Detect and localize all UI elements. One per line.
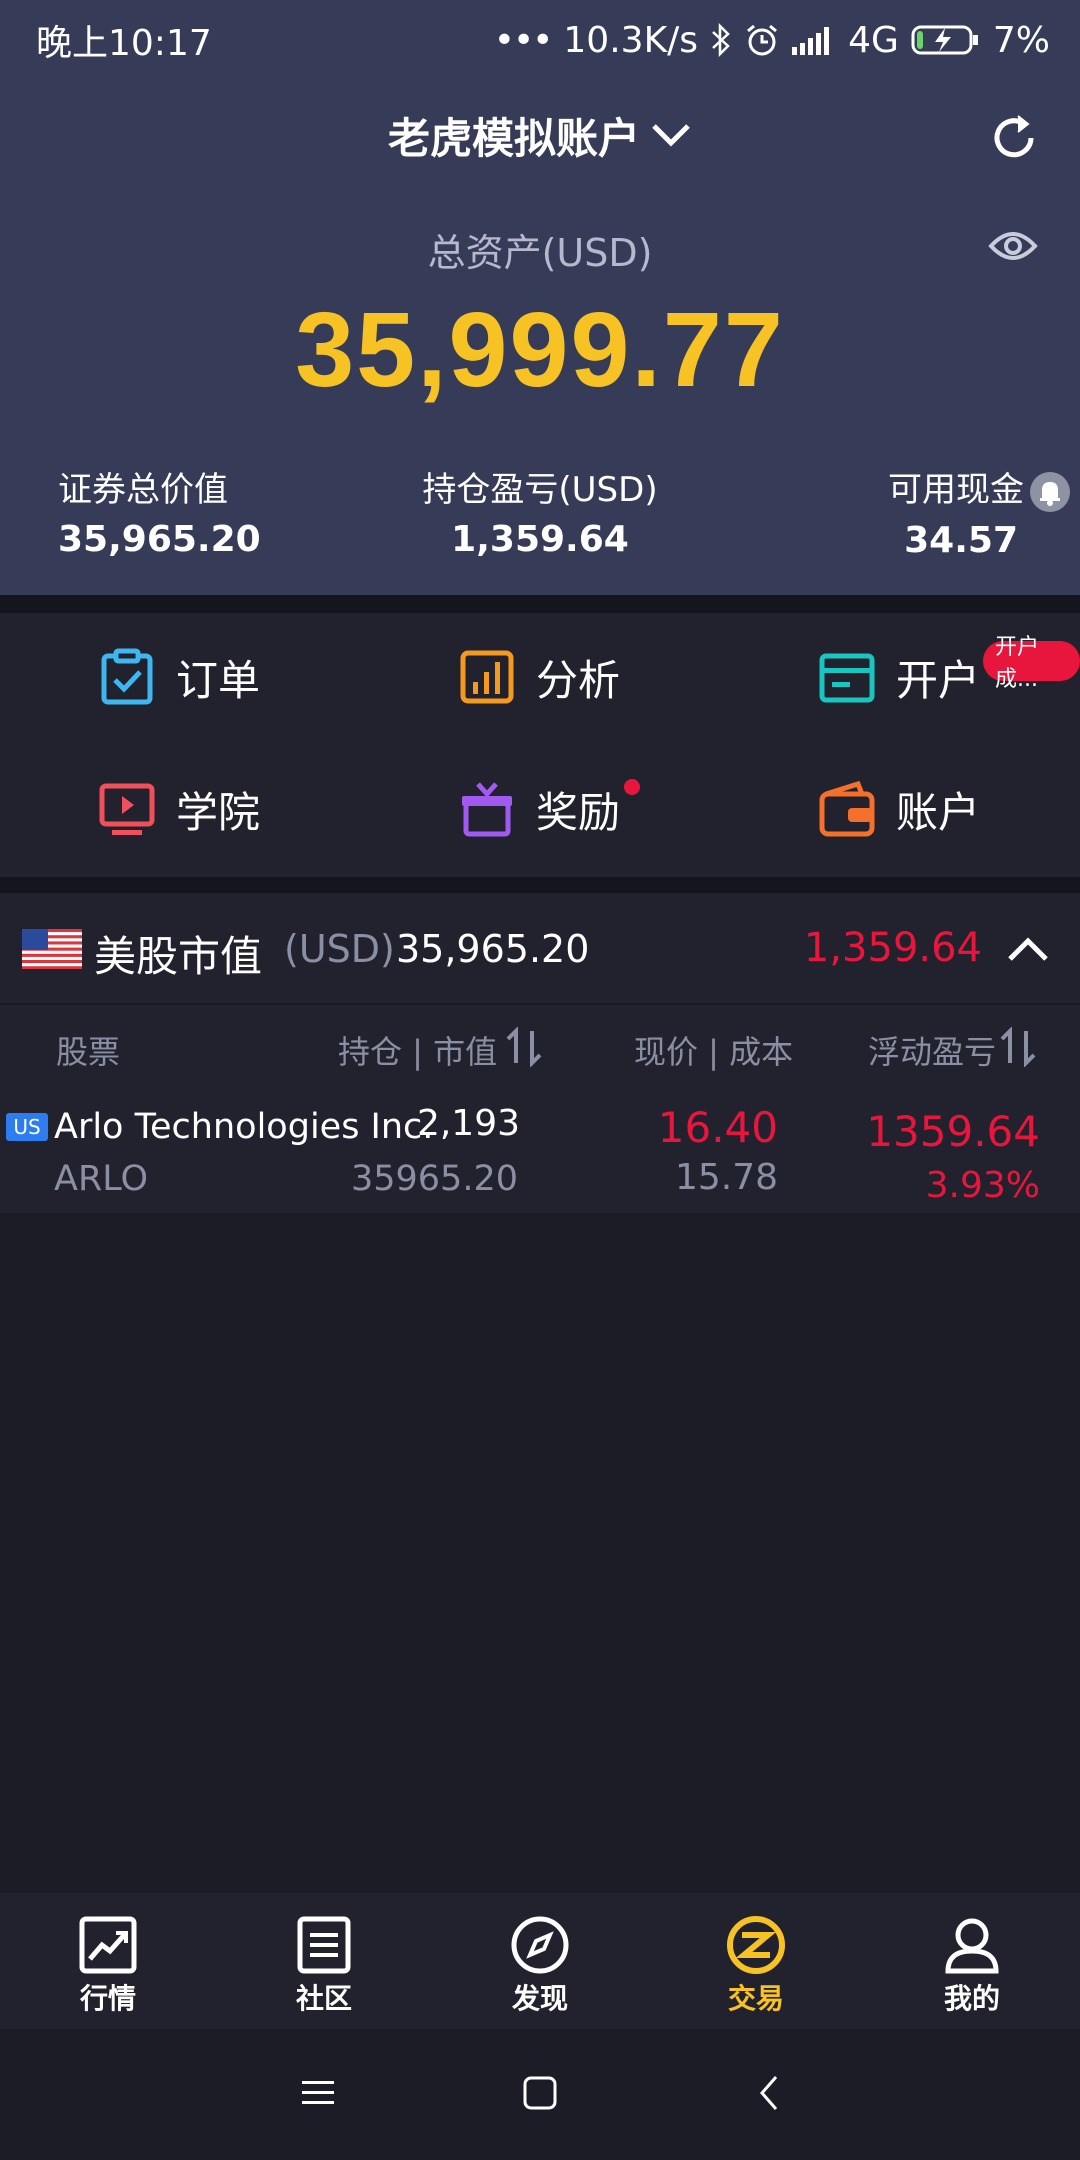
account-title: 老虎模拟账户: [387, 113, 640, 163]
nav-discover[interactable]: 发现: [480, 1915, 600, 2017]
nav-discover-label: 发现: [511, 1982, 568, 2015]
nav-market-label: 行情: [79, 1982, 136, 2015]
floating-pl-percent: 3.93%: [925, 1165, 1040, 1206]
col-price: 现价 | 成本: [634, 1033, 794, 1071]
status-bar: 晚上10:17 ••• 10.3K/s 4G 7%: [0, 0, 1080, 80]
alarm-icon: [747, 24, 778, 56]
total-assets-label: 总资产(USD): [427, 231, 653, 275]
rewards-label: 奖励: [536, 787, 621, 837]
bottom-nav: 行情 社区 发现 交易 我的: [0, 1893, 1080, 2029]
cash-value: 34.57: [904, 519, 1018, 561]
chevron-down-icon: [652, 124, 690, 147]
holdings-table-header: 股票 持仓 | 市值 现价 | 成本 浮动盈亏: [0, 1005, 1080, 1085]
stock-name: Arlo Technologies Inc.: [54, 1107, 434, 1147]
position-market-value: 35965.20: [350, 1159, 518, 1199]
orders-label: 订单: [176, 655, 261, 705]
market-title: 美股市值: [94, 932, 263, 981]
nav-community-label: 社区: [295, 1982, 352, 2015]
bell-icon[interactable]: [1030, 471, 1070, 512]
home-icon[interactable]: [522, 2075, 558, 2111]
refresh-icon[interactable]: [988, 112, 1040, 164]
menu-icon[interactable]: [300, 2075, 336, 2111]
chevron-up-icon[interactable]: [1006, 929, 1050, 969]
analysis-tile[interactable]: 分析: [458, 637, 620, 717]
cash-label-row: 可用现金: [888, 462, 1070, 512]
document-icon: [297, 1916, 351, 1974]
account-label: 账户: [896, 787, 981, 837]
bluetooth-icon: [712, 22, 730, 58]
nav-trade-label: 交易: [727, 1982, 784, 2015]
current-price: 16.40: [657, 1103, 778, 1152]
total-assets-value: 35,999.77: [295, 291, 785, 409]
battery-level: 7%: [992, 19, 1050, 61]
rewards-notification-dot: [624, 779, 640, 795]
account-summary: 证券总价值 35,965.20 持仓盈亏(USD) 1,359.64 可用现金 …: [0, 462, 1080, 572]
status-time: 晚上10:17: [36, 23, 212, 64]
col-position[interactable]: 持仓 | 市值: [338, 1027, 497, 1073]
sort-icon[interactable]: [1000, 1027, 1036, 1067]
cost-price: 15.78: [674, 1157, 778, 1198]
open-account-label: 开户: [896, 655, 981, 705]
user-icon: [945, 1918, 999, 1974]
compass-icon: [511, 1916, 569, 1974]
floating-pl: 1359.64: [866, 1107, 1040, 1156]
market-currency: (USD): [284, 927, 395, 971]
market-pl: 1,359.64: [803, 925, 982, 971]
analysis-label: 分析: [536, 655, 621, 705]
network-speed: 10.3K/s: [563, 19, 699, 61]
academy-tile[interactable]: 学院: [98, 769, 260, 849]
card-icon: [819, 653, 875, 703]
us-market-header[interactable]: 美股市值 (USD) 35,965.20 1,359.64: [0, 893, 1080, 1003]
gift-icon: [462, 782, 512, 837]
sort-icon[interactable]: [506, 1027, 542, 1067]
orders-tile[interactable]: 订单: [98, 637, 260, 717]
nav-market[interactable]: 行情: [48, 1915, 168, 2017]
us-flag-icon: [22, 929, 82, 969]
nav-trade[interactable]: 交易: [696, 1915, 816, 2017]
table-row[interactable]: US Arlo Technologies Inc. ARLO 2,193 359…: [0, 1087, 1080, 1207]
trend-chart-icon: [79, 1916, 137, 1974]
trade-icon: [727, 1916, 785, 1974]
open-account-badge: 开户成...: [983, 635, 1080, 692]
status-icons: ••• 10.3K/s 4G 7%: [494, 20, 1050, 61]
account-selector-label[interactable]: 老虎模拟账户: [388, 105, 692, 166]
position-qty: 2,193: [416, 1103, 520, 1144]
nav-mine[interactable]: 我的: [912, 1915, 1032, 2017]
stock-symbol: ARLO: [54, 1159, 149, 1199]
section-divider: [0, 877, 1080, 893]
academy-label: 学院: [176, 787, 261, 837]
us-holdings-section: 美股市值 (USD) 35,965.20 1,359.64 股票 持仓 | 市值…: [0, 893, 1080, 1213]
market-value: 35,965.20: [396, 927, 590, 971]
market-tag: US: [6, 1113, 48, 1141]
account-tile[interactable]: 账户: [818, 769, 980, 849]
col-stock: 股票: [56, 1033, 121, 1071]
system-nav-bar: [0, 2029, 1080, 2160]
cash-summary: 可用现金 34.57: [888, 462, 1070, 561]
bar-chart-icon: [460, 650, 514, 704]
cash-label: 可用现金: [888, 470, 1024, 510]
back-icon[interactable]: [752, 2075, 788, 2111]
network-type: 4G: [848, 19, 899, 61]
clipboard-check-icon: [101, 648, 153, 705]
wallet-icon: [819, 780, 875, 837]
open-account-tile[interactable]: 开户: [818, 637, 980, 717]
col-pl[interactable]: 浮动盈亏: [868, 1027, 996, 1073]
signal-icon: [792, 27, 830, 55]
account-selector[interactable]: 老虎模拟账户: [0, 100, 1080, 170]
nav-community[interactable]: 社区: [264, 1915, 384, 2017]
rewards-tile[interactable]: 奖励: [458, 769, 620, 849]
video-play-icon: [99, 783, 155, 835]
battery-charging-icon: [911, 25, 978, 55]
function-grid: 订单 分析 开户 开户成... 学院 奖励 账户: [0, 613, 1080, 877]
nav-mine-label: 我的: [943, 1982, 1000, 2015]
section-divider: [0, 595, 1080, 613]
eye-icon[interactable]: [988, 226, 1038, 266]
more-dots-icon: •••: [493, 19, 554, 61]
